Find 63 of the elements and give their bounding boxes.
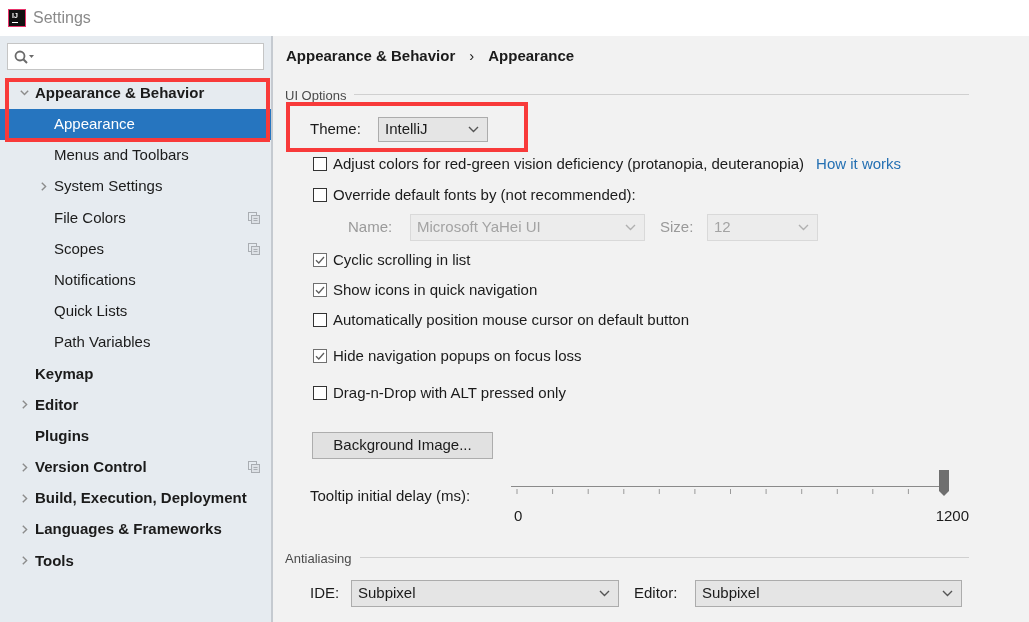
dropdown[interactable]: IntelliJ <box>378 117 488 142</box>
dropdown[interactable]: Subpixel <box>351 580 619 607</box>
chevron-right-icon[interactable] <box>21 525 28 535</box>
checkbox[interactable] <box>313 349 327 363</box>
tree-item[interactable]: Tools <box>0 545 271 577</box>
field-label: IDE: <box>310 583 341 604</box>
checkbox-label: Adjust colors for red-green vision deficiency (protanopia, deuteranopia) <box>333 153 805 174</box>
chevron-right-icon[interactable] <box>40 182 47 192</box>
checkbox[interactable] <box>313 386 327 400</box>
tree-item[interactable]: Plugins <box>0 420 271 452</box>
breadcrumb-item: Appearance & Behavior <box>286 45 456 66</box>
checkbox[interactable] <box>313 157 327 171</box>
tree-item[interactable]: Keymap <box>0 358 271 390</box>
tree-item[interactable]: Quick Lists <box>0 295 271 327</box>
tree-item[interactable]: Menus and Toolbars <box>0 139 271 172</box>
tree-item[interactable]: Appearance & Behavior <box>0 77 271 109</box>
slider-max-label: 1200 <box>935 506 969 523</box>
tree-item[interactable]: Version Control <box>0 451 271 483</box>
group-title: Antialiasing <box>285 550 352 569</box>
tree-item[interactable]: File Colors <box>0 202 271 234</box>
tree-item[interactable]: Editor <box>0 389 271 421</box>
checkbox[interactable] <box>313 283 327 297</box>
checkbox-label: Cyclic scrolling in list <box>333 249 471 270</box>
tree-item[interactable]: Languages & Frameworks <box>0 514 271 546</box>
field-label: Name: <box>348 216 394 237</box>
help-link[interactable]: How it works <box>816 152 902 176</box>
group-title: UI Options <box>285 87 347 106</box>
chevron-down-icon[interactable] <box>942 590 953 597</box>
tree-item[interactable]: Build, Execution, Deployment <box>0 482 271 515</box>
field-label: Size: <box>660 216 695 237</box>
breadcrumb-item: Appearance <box>488 45 575 66</box>
slider-track[interactable] <box>510 470 948 496</box>
search-field[interactable] <box>7 43 264 70</box>
checkbox-label: Automatically position mouse cursor on default button <box>333 309 690 330</box>
slider-thumb[interactable] <box>939 470 949 496</box>
breadcrumb-separator: › <box>469 45 475 66</box>
tree-item[interactable]: System Settings <box>0 171 271 203</box>
slider-label: Tooltip initial delay (ms): <box>310 486 472 506</box>
tree-item[interactable]: Notifications <box>0 264 271 296</box>
slider-min-label: 0 <box>514 506 523 523</box>
chevron-right-icon[interactable] <box>21 400 28 410</box>
dropdown[interactable]: Subpixel <box>695 580 962 607</box>
theme-label: Theme: <box>310 119 362 140</box>
chevron-right-icon[interactable] <box>21 462 28 472</box>
tree-item[interactable]: Scopes <box>0 233 271 265</box>
search-icon <box>14 49 35 64</box>
checkbox-label: Drag-n-Drop with ALT pressed only <box>333 382 566 403</box>
field-label: Editor: <box>634 583 679 604</box>
chevron-down-icon[interactable] <box>599 590 610 597</box>
window-title: Settings <box>33 8 91 28</box>
checkbox-label: Hide navigation popups on focus loss <box>333 345 582 366</box>
tree-item[interactable]: Path Variables <box>0 327 271 359</box>
chevron-down-icon[interactable] <box>20 90 29 97</box>
checkbox[interactable] <box>313 253 327 267</box>
background-image-button[interactable]: Background Image... <box>312 432 493 459</box>
checkbox[interactable] <box>313 313 327 327</box>
chevron-right-icon[interactable] <box>21 494 28 504</box>
chevron-down-icon[interactable] <box>468 126 479 133</box>
checkbox-label: Show icons in quick navigation <box>333 279 538 300</box>
checkbox-label: Override default fonts by (not recommended): <box>333 184 636 205</box>
checkbox[interactable] <box>313 188 327 202</box>
tree-item[interactable]: Appearance <box>0 108 271 140</box>
chevron-right-icon[interactable] <box>21 556 28 566</box>
